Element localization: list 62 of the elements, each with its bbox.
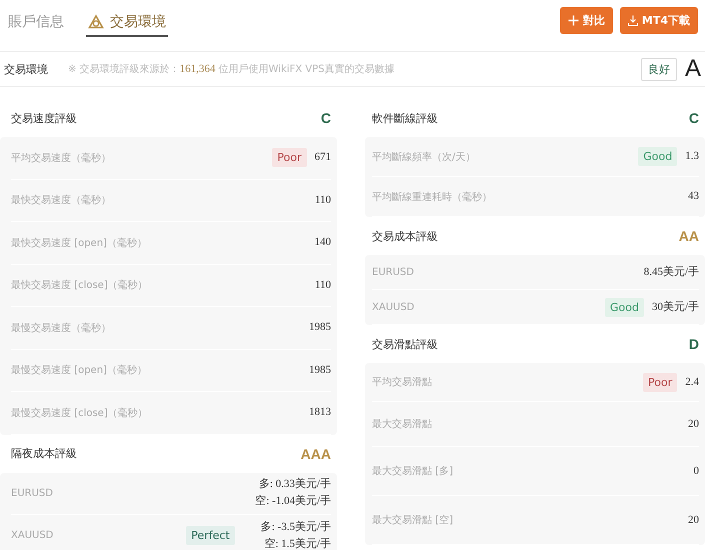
row-label: 最大交易滑點 [多]	[372, 464, 453, 478]
row-value: 2.4	[685, 374, 699, 390]
source-note: ※ 交易環境評級來源於：161,364 位用戶使用WikiFX VPS真實的交易數據	[68, 62, 396, 76]
row-label: 平均斷線重連耗時（毫秒）	[372, 190, 492, 204]
row-value: 0	[694, 464, 699, 478]
rating-tag: Perfect	[186, 526, 235, 546]
row-label: EURUSD	[372, 266, 414, 278]
section-title: 交易環境	[4, 62, 48, 76]
row-value: 空: 1.5美元/手	[264, 536, 331, 550]
row-label: XAUUSD	[372, 302, 414, 312]
grade: AAA	[300, 446, 331, 462]
row-label: EURUSD	[11, 488, 53, 499]
row-value: 110	[314, 192, 331, 208]
row-label: 平均交易速度（毫秒）	[11, 152, 111, 165]
row-label: 最大交易滑點 [空]	[372, 514, 453, 527]
compare-button[interactable]: 對比	[560, 7, 613, 34]
row-label: 最快交易速度 [close]（毫秒）	[11, 278, 148, 292]
row-label: 平均交易滑點	[372, 376, 432, 389]
row-label: 最大交易滑點	[372, 418, 432, 431]
rating-tag: Good	[604, 298, 644, 316]
rating-tag: Good	[638, 147, 678, 166]
plus-icon	[568, 15, 579, 26]
triangle-icon	[88, 14, 104, 30]
row-label: 最慢交易速度（毫秒）	[11, 322, 111, 335]
row-label: 最快交易速度 [open]（毫秒）	[11, 236, 147, 250]
section-title: 隔夜成本評級	[11, 446, 77, 461]
download-button[interactable]: MT4下載	[620, 7, 698, 34]
section-title: 交易速度評級	[11, 110, 77, 126]
rating-tag: 良好	[640, 58, 677, 80]
row-label: 最快交易速度（毫秒）	[11, 194, 111, 208]
row-value: 30美元/手	[652, 300, 699, 314]
row-label: XAUUSD	[11, 530, 54, 542]
row-value: 1985	[309, 362, 331, 378]
grade: D	[688, 336, 699, 352]
row-value: 110	[314, 278, 331, 293]
row-value: 1813	[309, 405, 331, 420]
row-value: 多: -3.5美元/手	[260, 520, 331, 535]
grade: C	[320, 110, 331, 126]
row-value: 20	[688, 512, 699, 528]
row-value: 空: -1.04美元/手	[255, 494, 331, 510]
rating-tag: Poor	[643, 372, 678, 392]
tab[interactable]: 賬戶信息	[8, 8, 64, 35]
row-value: 8.45美元/手	[644, 264, 699, 280]
row-value: 多: 0.33美元/手	[258, 476, 331, 492]
row-value: 43	[688, 189, 699, 204]
row-value: 20	[688, 416, 699, 432]
row-label: 最慢交易速度 [open]（毫秒）	[11, 364, 147, 378]
row-label: 平均斷線頻率（次/天）	[372, 150, 476, 164]
row-label: 最慢交易速度 [close]（毫秒）	[11, 406, 148, 420]
section-title: 軟件斷線評級	[372, 110, 438, 126]
section-title: 交易滑點評級	[372, 336, 438, 352]
tab[interactable]: 交易環境	[86, 8, 168, 37]
row-value: 1985	[309, 320, 331, 336]
section-title: 交易成本評級	[372, 228, 438, 244]
rating-tag: Poor	[272, 148, 306, 168]
grade: A	[684, 55, 701, 83]
grade: AA	[678, 228, 699, 244]
row-value: 1.3	[685, 149, 699, 164]
row-value: 671	[314, 150, 331, 166]
row-value: 140	[314, 235, 331, 250]
download-icon	[628, 15, 638, 26]
grade: C	[688, 110, 699, 126]
